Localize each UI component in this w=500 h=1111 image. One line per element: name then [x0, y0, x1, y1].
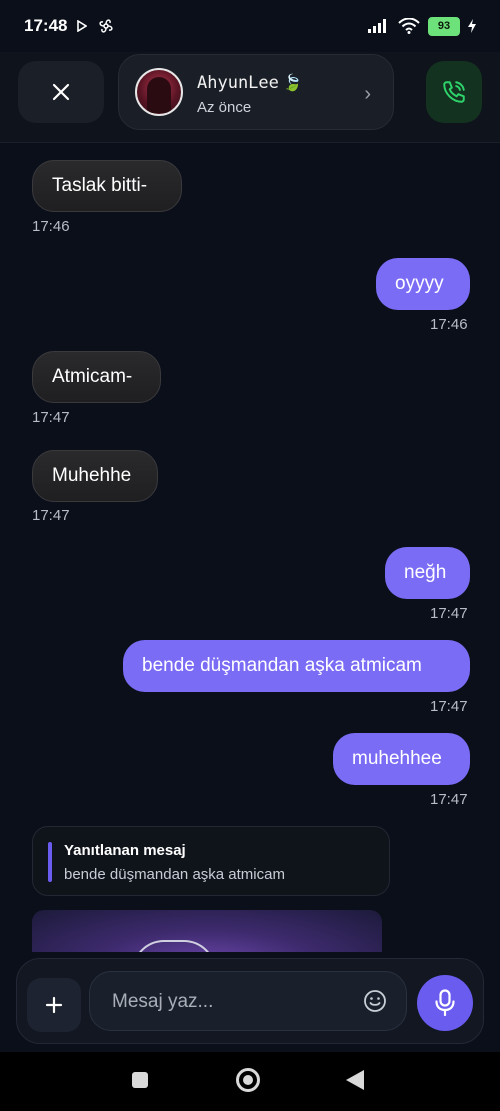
status-time: 17:48 — [24, 16, 68, 35]
play-icon — [77, 20, 88, 32]
close-button[interactable] — [18, 61, 104, 123]
leaf-emoji: 🍃 — [282, 73, 303, 92]
message-time: 17:47 — [32, 409, 70, 426]
message-time: 17:46 — [430, 316, 468, 333]
smiley-icon — [364, 990, 386, 1012]
message-composer — [16, 958, 484, 1044]
phone-icon — [443, 81, 465, 103]
message-bubble[interactable]: neğh — [385, 547, 470, 599]
message-bubble[interactable]: oyyyy — [376, 258, 470, 310]
emoji-button[interactable] — [360, 986, 390, 1016]
reply-accent-bar — [48, 842, 52, 882]
attach-button[interactable] — [27, 978, 81, 1032]
microphone-icon — [435, 989, 455, 1017]
recents-button[interactable] — [132, 1072, 148, 1088]
message-bubble[interactable]: bende düşmandan aşka atmicam — [123, 640, 470, 692]
image-message[interactable] — [32, 910, 382, 952]
message-input[interactable] — [110, 972, 354, 1032]
back-button[interactable] — [346, 1070, 364, 1090]
message-bubble[interactable]: Muhehhe — [32, 450, 158, 502]
system-nav-bar — [0, 1052, 500, 1111]
avatar — [135, 68, 183, 116]
chat-header: AhyunLee 🍃 Az önce › — [0, 52, 500, 143]
message-time: 17:46 — [32, 218, 70, 235]
reply-title: Yanıtlanan mesaj — [64, 842, 186, 859]
reply-text: bende düşmandan aşka atmicam — [64, 866, 285, 883]
status-bar: 17:48 93 — [0, 0, 500, 52]
fan-icon — [99, 19, 114, 33]
signal-icon — [368, 19, 386, 33]
call-button[interactable] — [426, 61, 482, 123]
home-button[interactable] — [236, 1068, 260, 1092]
message-time: 17:47 — [430, 698, 468, 715]
message-time: 17:47 — [32, 507, 70, 524]
message-bubble[interactable]: Taslak bitti- — [32, 160, 182, 212]
contact-card[interactable]: AhyunLee 🍃 Az önce › — [118, 54, 394, 130]
close-icon — [52, 83, 70, 101]
contact-name: AhyunLee 🍃 — [197, 73, 303, 93]
message-list[interactable]: Taslak bitti- 17:46 oyyyy 17:46 Atmicam-… — [0, 142, 500, 952]
chevron-right-icon: › — [364, 83, 371, 105]
reply-preview[interactable]: Yanıtlanan mesaj bende düşmandan aşka at… — [32, 826, 390, 896]
message-bubble[interactable]: Atmicam- — [32, 351, 161, 403]
voice-record-button[interactable] — [417, 975, 473, 1031]
battery-indicator: 93 — [428, 16, 460, 36]
wifi-icon — [398, 18, 420, 34]
message-time: 17:47 — [430, 605, 468, 622]
message-time: 17:47 — [430, 791, 468, 808]
charging-icon — [468, 19, 476, 33]
contact-status: Az önce — [197, 99, 252, 116]
plus-icon — [45, 996, 63, 1014]
message-bubble[interactable]: muhehhee — [333, 733, 470, 785]
message-input-wrapper — [89, 971, 407, 1032]
